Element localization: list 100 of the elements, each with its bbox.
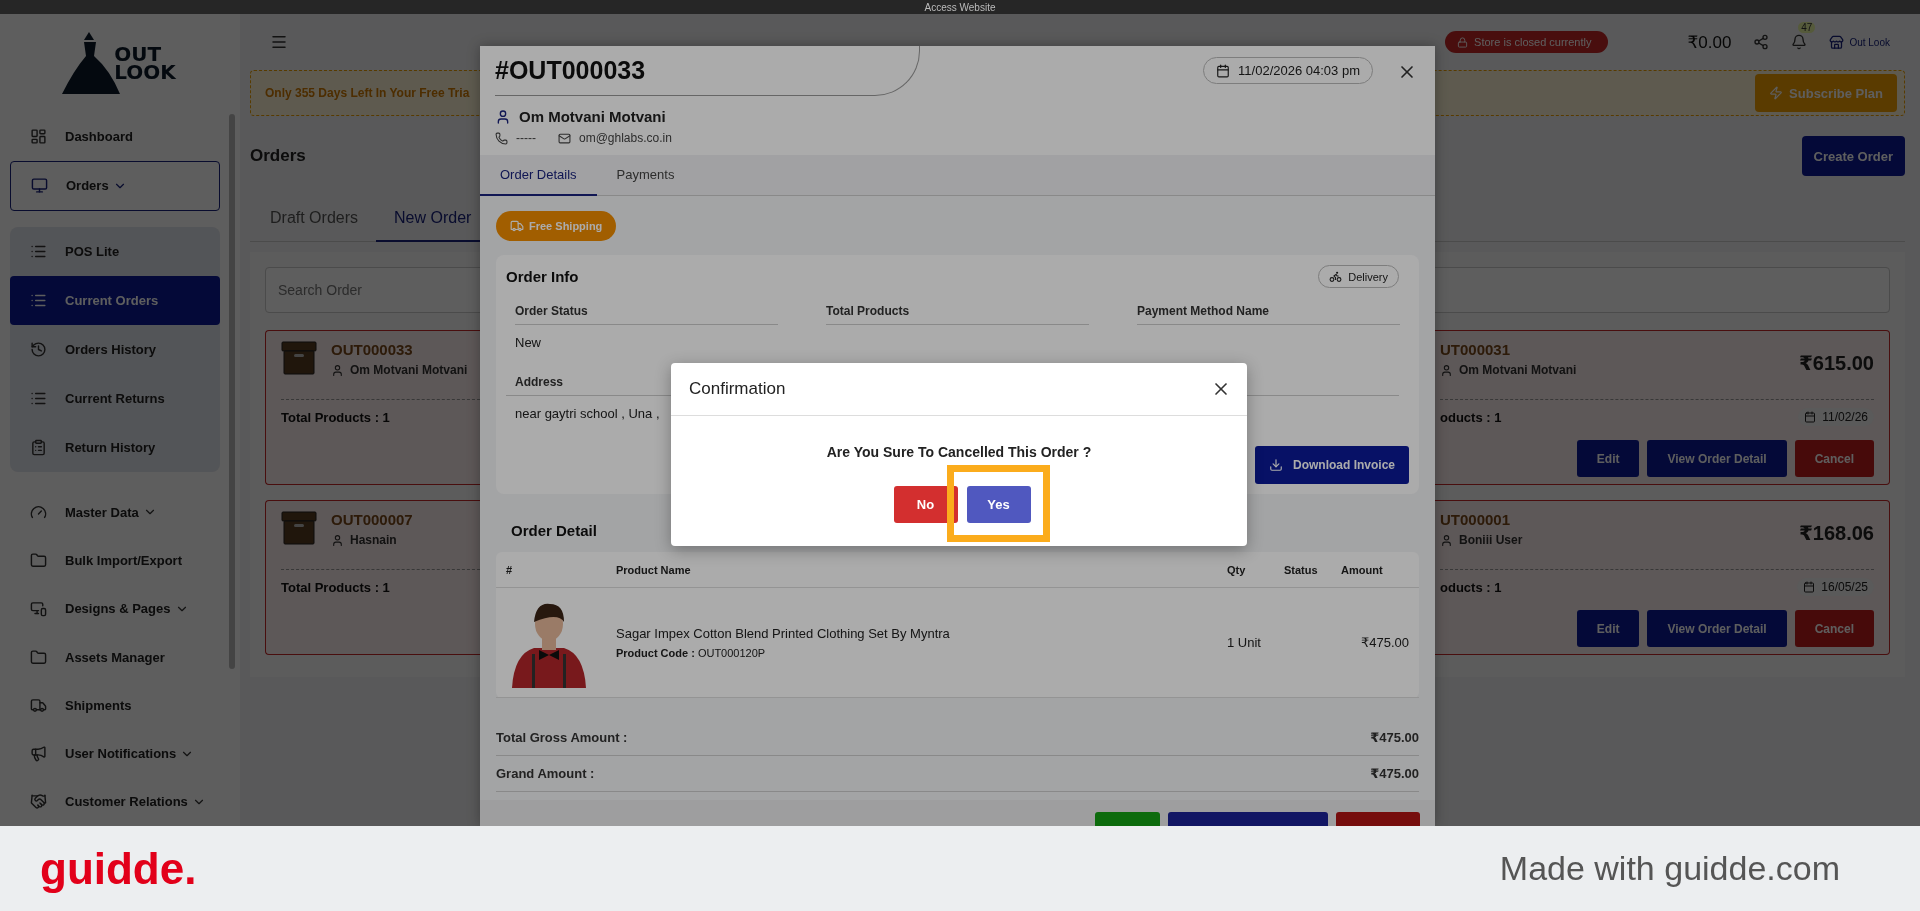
subscribe-button[interactable]: Subscribe Plan bbox=[1755, 74, 1897, 112]
sidebar-item[interactable]: Customer Relations bbox=[10, 777, 220, 827]
tab[interactable]: Draft Orders bbox=[252, 196, 376, 242]
sidebar-item[interactable]: Designs & Pages bbox=[10, 584, 220, 633]
customer-name: Hasnain bbox=[350, 533, 397, 547]
lock-icon bbox=[1457, 36, 1469, 48]
truck-icon bbox=[30, 696, 47, 714]
bike-icon bbox=[1329, 270, 1343, 283]
user-icon bbox=[495, 108, 511, 125]
field-label: Order Status bbox=[515, 304, 778, 325]
folder-icon bbox=[30, 552, 47, 569]
cancel-button[interactable]: Cancel bbox=[1794, 610, 1874, 647]
column-header: Status bbox=[1284, 562, 1319, 578]
user-icon bbox=[1440, 533, 1453, 547]
balance-text: ₹0.00 bbox=[1687, 31, 1732, 53]
user-icon bbox=[331, 533, 344, 547]
dialog-title: Confirmation bbox=[689, 379, 786, 399]
field-value: near gaytri school , Una , bbox=[515, 406, 660, 421]
mail-icon bbox=[558, 131, 571, 145]
order-id: OUT000033 bbox=[331, 341, 413, 358]
share-icon[interactable] bbox=[1753, 34, 1770, 50]
action-button[interactable]: Edit bbox=[1576, 610, 1640, 647]
box-icon bbox=[281, 511, 317, 545]
devices-icon bbox=[30, 600, 47, 618]
dashboard-icon bbox=[30, 128, 47, 146]
sidebar-item[interactable]: Shipments bbox=[10, 681, 220, 730]
sidebar-item[interactable]: Dashboard bbox=[10, 112, 220, 161]
tab[interactable]: Order Details bbox=[480, 155, 597, 196]
product-name: Sagar Impex Cotton Blend Printed Clothing Set By Myntra bbox=[616, 626, 951, 641]
folder-icon bbox=[30, 648, 47, 666]
total-products: Total Products : 1 bbox=[281, 580, 390, 595]
submenu-item[interactable]: Return History bbox=[10, 423, 220, 473]
submenu-item[interactable]: POS Lite bbox=[10, 227, 220, 277]
section-title: Order Info bbox=[506, 268, 579, 285]
store-status-badge: Store is closed currently bbox=[1445, 31, 1608, 53]
user-icon bbox=[1440, 363, 1453, 377]
phone-text: ----- bbox=[516, 131, 536, 145]
product-code: Product Code : OUT000120P bbox=[616, 647, 767, 659]
sidebar-item[interactable]: Orders bbox=[10, 160, 220, 212]
sidebar-item[interactable]: Bulk Import/Export bbox=[10, 536, 220, 585]
brand-logo: guidde. bbox=[40, 843, 197, 894]
email-text: om@ghlabs.co.in bbox=[579, 131, 672, 145]
table-cell-text: 1 Unit bbox=[1227, 635, 1262, 650]
table-cell-text: ₹475.00 bbox=[1359, 635, 1409, 650]
action-button[interactable]: View Order Detail bbox=[1647, 610, 1787, 647]
calendar-icon bbox=[1803, 581, 1816, 593]
sidebar-item[interactable]: Master Data bbox=[10, 488, 220, 537]
megaphone-icon bbox=[30, 745, 47, 763]
free-shipping-badge: Free Shipping bbox=[496, 211, 617, 241]
total-label: Grand Amount : bbox=[496, 766, 595, 781]
trial-text: Only 355 Days Left In Your Free Tria bbox=[265, 86, 470, 100]
action-button[interactable]: Edit bbox=[1576, 440, 1640, 477]
dialog-message: Are You Sure To Cancelled This Order ? bbox=[825, 444, 1093, 460]
gauge-icon bbox=[30, 503, 47, 521]
store-link[interactable]: Out Look bbox=[1829, 34, 1890, 50]
section-title: Order Detail bbox=[511, 522, 597, 539]
order-amount: ₹168.06 bbox=[1798, 521, 1874, 545]
store-icon bbox=[1829, 34, 1845, 50]
order-id: OUT000007 bbox=[331, 511, 413, 528]
tab[interactable]: Payments bbox=[596, 155, 695, 196]
order-id: UT000001 bbox=[1440, 511, 1511, 528]
page-title: Orders bbox=[250, 146, 306, 166]
sidebar-item[interactable]: User Notifications bbox=[10, 729, 220, 778]
field-value: New bbox=[515, 335, 541, 350]
total-products: oducts : 1 bbox=[1440, 579, 1502, 595]
logo-text: OUT LOOK bbox=[114, 45, 176, 82]
user-icon bbox=[331, 363, 344, 377]
yes-button[interactable]: Yes bbox=[966, 486, 1031, 523]
total-products: Total Products : 1 bbox=[281, 410, 390, 425]
scrollbar[interactable] bbox=[229, 114, 235, 669]
total-products: oducts : 1 bbox=[1440, 409, 1502, 425]
download-invoice-button[interactable]: Download Invoice bbox=[1255, 446, 1409, 484]
top-bar-title: Access Website bbox=[924, 1, 996, 13]
total-value: ₹475.00 bbox=[1370, 730, 1419, 745]
customer-name: Om Motvani Motvani bbox=[1459, 363, 1577, 377]
action-button[interactable]: View Order Detail bbox=[1647, 440, 1787, 477]
handshake-icon bbox=[30, 793, 47, 811]
sidebar-item[interactable]: Assets Manager bbox=[10, 632, 220, 682]
calendar-icon bbox=[1804, 411, 1817, 423]
brand-credit: Made with guidde.com bbox=[1499, 849, 1840, 888]
clipboard-icon bbox=[30, 439, 47, 457]
truck-icon bbox=[510, 219, 524, 233]
create-order-button[interactable]: Create Order bbox=[1801, 136, 1905, 176]
customer-name: Om Motvani Motvani bbox=[519, 108, 666, 125]
bell-icon[interactable] bbox=[1791, 34, 1808, 50]
column-header: # bbox=[506, 562, 514, 578]
total-value: ₹475.00 bbox=[1370, 766, 1419, 781]
order-id: UT000031 bbox=[1440, 341, 1511, 358]
column-header: Qty bbox=[1227, 562, 1247, 578]
customer-name: Boniii User bbox=[1459, 533, 1523, 547]
cancel-button[interactable]: Cancel bbox=[1794, 440, 1874, 477]
submenu-item[interactable]: Current Returns bbox=[10, 374, 220, 424]
total-label: Total Gross Amount : bbox=[496, 730, 628, 745]
submenu-item[interactable]: Orders History bbox=[10, 325, 220, 375]
monitor-icon bbox=[31, 177, 48, 195]
lightning-icon bbox=[1769, 86, 1784, 100]
submenu-item[interactable]: Current Orders bbox=[10, 276, 220, 326]
column-header: Product Name bbox=[616, 562, 692, 578]
menu-icon[interactable] bbox=[270, 33, 288, 51]
history-icon bbox=[30, 341, 47, 359]
